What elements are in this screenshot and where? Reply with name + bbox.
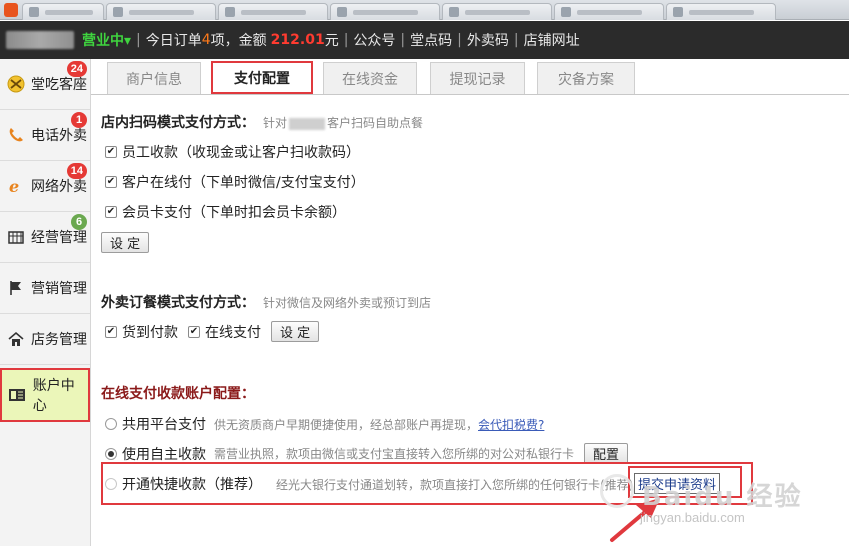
annotation-arrow (610, 498, 660, 542)
